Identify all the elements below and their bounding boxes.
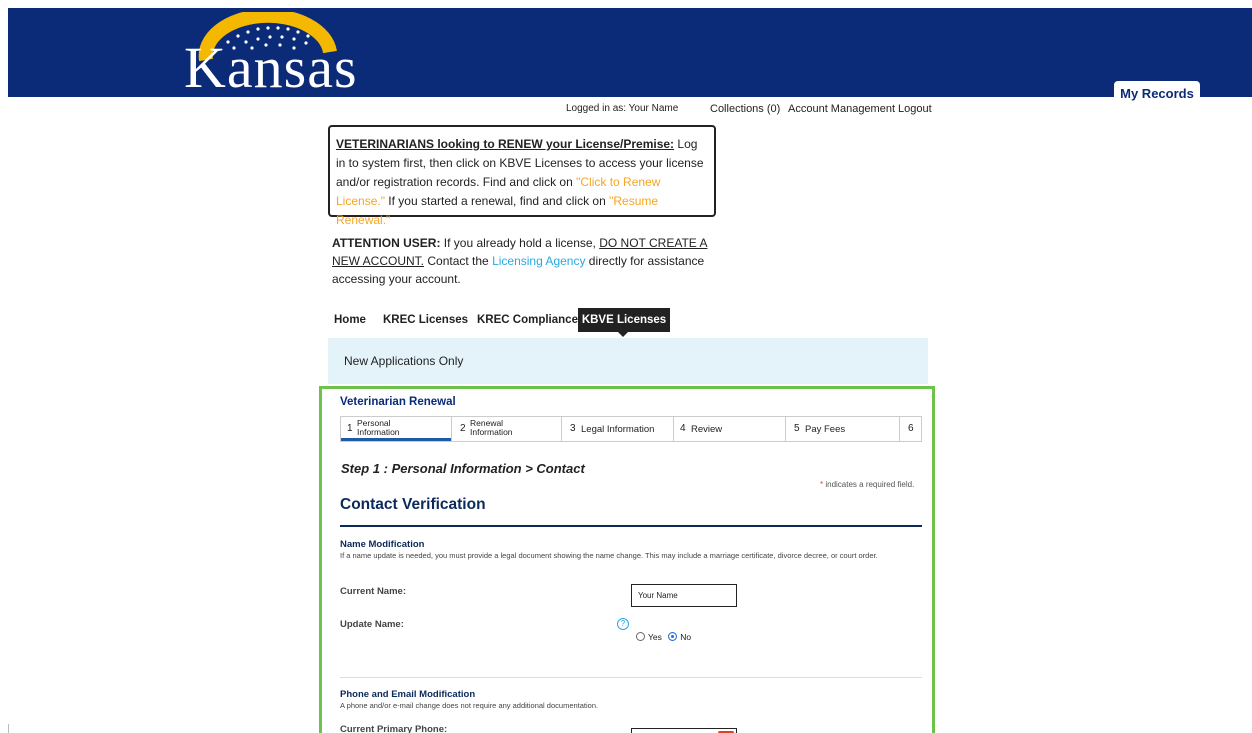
step-label: Review: [691, 424, 723, 435]
step-label-line2: Information: [357, 427, 400, 437]
user-bar: Logged in as: Your Name Collections (0) …: [0, 101, 1252, 117]
update-name-no-radio[interactable]: [668, 632, 678, 641]
licensing-agency-link[interactable]: Licensing Agency: [492, 254, 585, 268]
step-label: Legal Information: [581, 424, 655, 435]
required-note-text: indicates a required field.: [823, 480, 915, 489]
update-name-radio-group: Yes No: [636, 632, 691, 642]
name-modification-description: If a name update is needed, you must pro…: [340, 551, 878, 560]
step-number: 6: [908, 423, 914, 434]
step-number: 2: [460, 423, 466, 434]
attention-message: ATTENTION USER: If you already hold a li…: [332, 234, 732, 288]
renewal-steps: 1 Personal Information 2 Renewal Informati…: [340, 416, 922, 442]
name-modification-title: Name Modification: [340, 539, 425, 550]
step-legal-information[interactable]: 3 Legal Information: [561, 417, 673, 441]
site-header: Kansas My Records: [8, 8, 1252, 105]
attention-lead: ATTENTION USER:: [332, 236, 441, 250]
step-pay-fees[interactable]: 5 Pay Fees: [785, 417, 899, 441]
section-divider: [340, 677, 922, 678]
page-edge-mark: [8, 724, 9, 733]
current-name-label: Current Name:: [340, 586, 406, 597]
step-label: Renewal Information: [470, 419, 513, 437]
collections-link[interactable]: Collections (0): [710, 103, 780, 115]
contact-verification-title: Contact Verification: [340, 496, 486, 513]
nav-kbve-licenses[interactable]: KBVE Licenses: [578, 308, 670, 337]
step-number: 1: [347, 423, 353, 434]
logo-wordmark: Kansas: [184, 35, 358, 100]
current-primary-phone-field[interactable]: [631, 728, 737, 733]
veterinarian-renew-notice: VETERINARIANS looking to RENEW your Lice…: [328, 125, 716, 227]
logged-in-label: Logged in as: Your Name: [566, 103, 679, 114]
step-number: 4: [680, 423, 686, 434]
kansas-logo[interactable]: Kansas: [184, 12, 384, 100]
current-name-field[interactable]: [631, 584, 737, 607]
required-field-note: * indicates a required field.: [820, 480, 914, 489]
update-name-yes-radio[interactable]: [636, 632, 645, 641]
phone-email-modification-title: Phone and Email Modification: [340, 689, 476, 700]
step-label-line2: Information: [470, 427, 513, 437]
no-label: No: [680, 632, 692, 642]
section-divider: [340, 525, 922, 527]
step-number: 5: [794, 423, 800, 434]
step-review[interactable]: 4 Review: [673, 417, 785, 441]
help-icon[interactable]: ?: [617, 618, 629, 630]
step-label: Personal Information: [357, 419, 400, 437]
notice-lead: VETERINARIANS looking to RENEW your Lice…: [336, 137, 675, 151]
nav-krec-licenses[interactable]: KREC Licenses: [383, 308, 468, 332]
step-6[interactable]: 6: [899, 417, 922, 441]
step-personal-information[interactable]: 1 Personal Information: [341, 417, 451, 441]
attention-text-2: Contact the: [424, 254, 493, 268]
update-name-label: Update Name:: [340, 619, 404, 630]
notice-text-2: If you started a renewal, find and click…: [384, 194, 610, 208]
step-heading: Step 1 : Personal Information > Contact: [341, 461, 585, 476]
nav-krec-compliance[interactable]: KREC Compliance: [477, 308, 578, 332]
step-renewal-information[interactable]: 2 Renewal Information: [451, 417, 561, 441]
attention-text-1: If you already hold a license,: [440, 236, 600, 250]
new-applications-banner: New Applications Only: [328, 338, 928, 384]
current-primary-phone-label: Current Primary Phone:: [340, 724, 448, 733]
renewal-title: Veterinarian Renewal: [340, 396, 456, 408]
step-label: Pay Fees: [805, 424, 846, 435]
yes-label: Yes: [648, 632, 662, 642]
nav-home[interactable]: Home: [334, 308, 366, 332]
step-number: 3: [570, 423, 576, 434]
logout-link[interactable]: Logout: [898, 103, 932, 115]
account-management-link[interactable]: Account Management: [788, 103, 895, 115]
phone-email-modification-description: A phone and/or e-mail change does not re…: [340, 701, 599, 710]
